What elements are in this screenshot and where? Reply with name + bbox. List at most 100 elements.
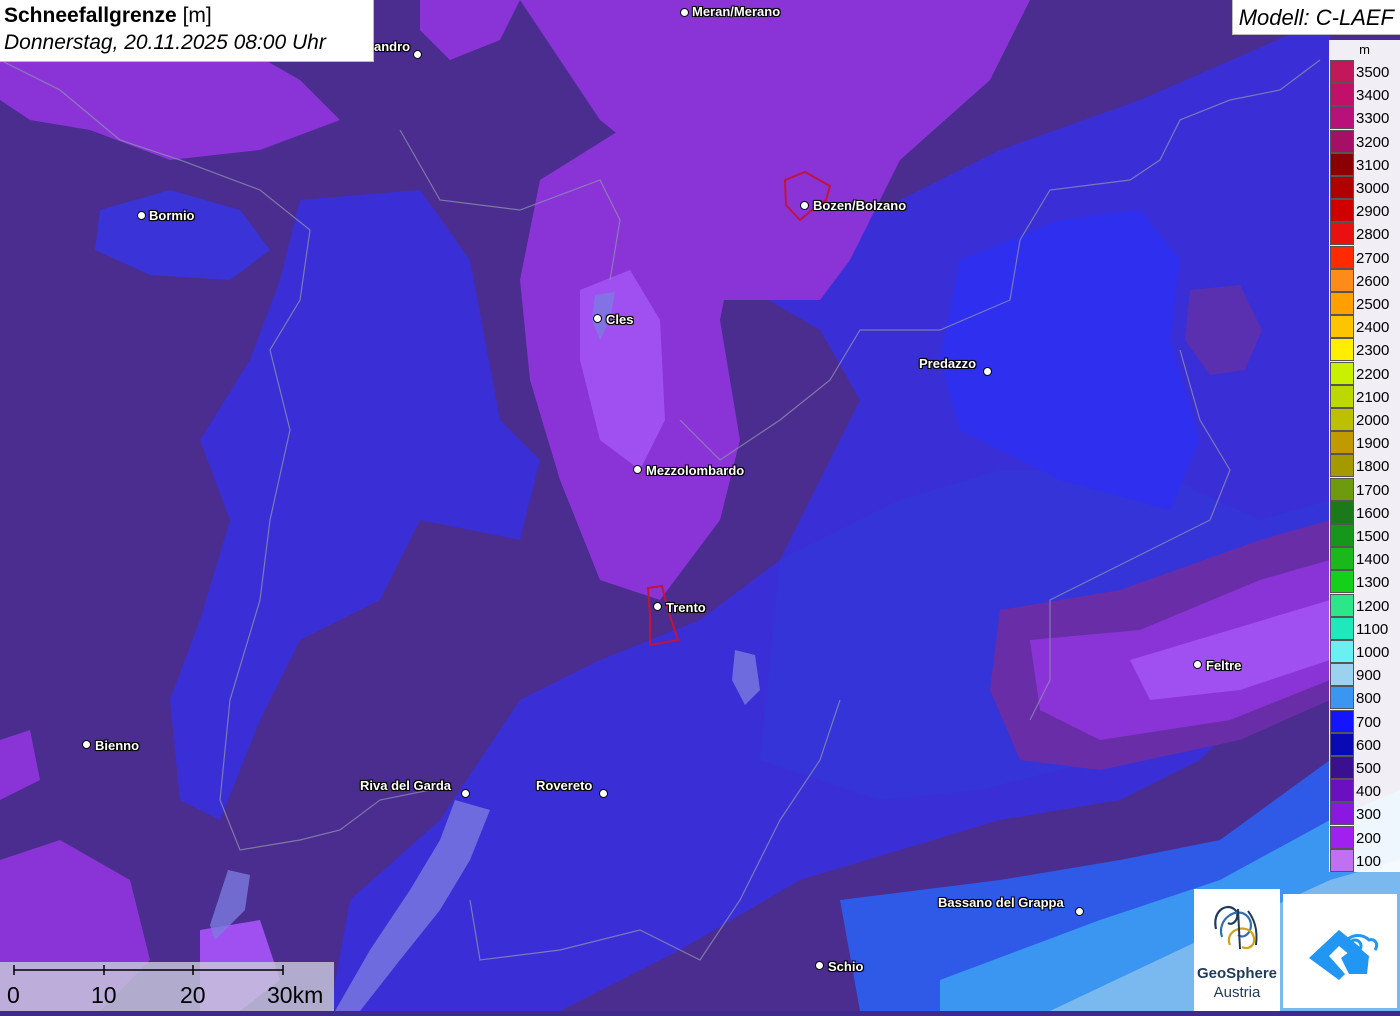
legend-swatch [1330, 384, 1354, 408]
city-dot-bienno [82, 740, 91, 749]
legend-label: 3200 [1356, 133, 1390, 151]
legend-row: 2100 [1330, 384, 1400, 408]
city-dot-feltre [1193, 660, 1202, 669]
legend-row: 2300 [1330, 338, 1400, 362]
legend-swatch [1330, 129, 1354, 153]
legend-swatch [1330, 454, 1354, 478]
legend-swatch [1330, 732, 1354, 756]
legend-label: 1400 [1356, 551, 1390, 569]
legend-label: 1200 [1356, 597, 1390, 615]
legend-row: 2500 [1330, 292, 1400, 315]
legend-row: 2600 [1330, 268, 1400, 292]
legend-swatch [1330, 268, 1354, 292]
legend-label: 2900 [1356, 203, 1390, 221]
legend-label: 1900 [1356, 435, 1390, 453]
model-label: Modell: C-LAEF [1231, 0, 1400, 35]
legend-label: 1300 [1356, 574, 1390, 592]
legend-label: 1800 [1356, 458, 1390, 476]
city-dot-cles [593, 314, 602, 323]
geosphere-austria-logo[interactable]: GeoSphere Austria [1194, 889, 1280, 1011]
color-legend: m 3500 3400 3300 3200 3100 3000 2900 2800 2700 26… [1329, 40, 1400, 872]
map-title-box: Schneefallgrenze [m] Donnerstag, 20.11.2… [0, 0, 374, 62]
legend-swatch [1330, 60, 1354, 83]
city-label-riva[interactable]: Riva del Garda [360, 778, 451, 793]
legend-swatch [1330, 709, 1354, 733]
legend-label: 1100 [1356, 620, 1389, 638]
legend-swatch [1330, 663, 1354, 687]
legend-row: 2900 [1330, 199, 1400, 223]
legend-label: 2800 [1356, 226, 1390, 244]
legend-label: 2700 [1356, 249, 1390, 267]
legend-row: 1500 [1330, 524, 1400, 547]
legend-swatch [1330, 547, 1354, 571]
legend-swatch [1330, 640, 1354, 663]
legend-label: 500 [1356, 760, 1382, 777]
legend-row: 1900 [1330, 431, 1400, 455]
city-label-rovereto[interactable]: Rovereto [536, 778, 592, 793]
legend-label: 1700 [1356, 481, 1390, 499]
legend-row: 3400 [1330, 83, 1400, 107]
city-label-mezzolombardo[interactable]: Mezzolombardo [646, 463, 744, 478]
cloud-arrow-icon [1309, 930, 1379, 980]
legend-swatch [1330, 686, 1354, 710]
legend-row: 200 [1330, 825, 1400, 849]
legend-swatch [1330, 152, 1354, 176]
legend-label: 2500 [1356, 296, 1390, 313]
legend-label: 2600 [1356, 272, 1390, 290]
city-label-schio[interactable]: Schio [828, 959, 863, 974]
city-label-andro[interactable]: andro [374, 39, 410, 54]
city-label-feltre[interactable]: Feltre [1206, 658, 1241, 673]
scale-label-20: 20 [180, 982, 206, 1008]
legend-swatch [1330, 825, 1354, 849]
legend-label: 600 [1356, 736, 1382, 754]
city-label-bozen[interactable]: Bozen/Bolzano [813, 198, 906, 213]
legend-swatch [1330, 570, 1354, 594]
scale-label-10: 10 [91, 982, 117, 1008]
city-label-cles[interactable]: Cles [606, 312, 633, 327]
legend-label: 800 [1356, 690, 1382, 708]
snowline-map[interactable] [0, 0, 1400, 1011]
legend-row: 700 [1330, 709, 1400, 733]
legend-swatch [1330, 176, 1354, 199]
city-label-trento[interactable]: Trento [666, 600, 706, 615]
city-label-meran[interactable]: Meran/Merano [692, 4, 780, 19]
scale-label-30km: 30km [267, 982, 324, 1008]
legend-label: 3300 [1356, 110, 1390, 128]
legend-label: 300 [1356, 806, 1382, 824]
app-logo[interactable] [1283, 894, 1397, 1008]
parameter-name: Schneefallgrenze [4, 4, 177, 27]
legend-label: 3100 [1356, 156, 1390, 174]
legend-swatch [1330, 802, 1354, 826]
geosphere-name: GeoSphere [1196, 965, 1278, 982]
legend-row: 2200 [1330, 361, 1400, 385]
city-label-bienno[interactable]: Bienno [95, 738, 139, 753]
legend-row: 1400 [1330, 547, 1400, 571]
city-dot-schio [815, 961, 824, 970]
legend-label: 3000 [1356, 180, 1390, 197]
legend-label: 1600 [1356, 504, 1390, 522]
city-label-bassano[interactable]: Bassano del Grappa [938, 895, 1064, 910]
legend-row: 3500 [1330, 60, 1400, 83]
legend-unit: m [1359, 42, 1370, 57]
legend-swatch [1330, 361, 1354, 385]
city-dot-bozen [800, 201, 809, 210]
legend-row: 300 [1330, 802, 1400, 826]
parameter-unit: [m] [182, 4, 212, 27]
legend-row: 3300 [1330, 106, 1400, 130]
legend-swatch [1330, 848, 1354, 872]
legend-swatch [1330, 338, 1354, 362]
legend-label: 700 [1356, 713, 1382, 731]
legend-label: 3400 [1356, 87, 1390, 105]
legend-swatch [1330, 593, 1354, 617]
legend-swatch [1330, 199, 1354, 223]
legend-swatch [1330, 315, 1354, 339]
legend-label: 2000 [1356, 412, 1390, 429]
legend-swatch [1330, 477, 1354, 501]
legend-swatch [1330, 83, 1354, 107]
city-label-predazzo[interactable]: Predazzo [919, 356, 976, 371]
city-label-bormio[interactable]: Bormio [149, 208, 195, 223]
legend-row: 3200 [1330, 129, 1400, 153]
legend-row: 1800 [1330, 454, 1400, 478]
legend-row: 2400 [1330, 315, 1400, 339]
legend-row: 100 [1330, 848, 1400, 872]
